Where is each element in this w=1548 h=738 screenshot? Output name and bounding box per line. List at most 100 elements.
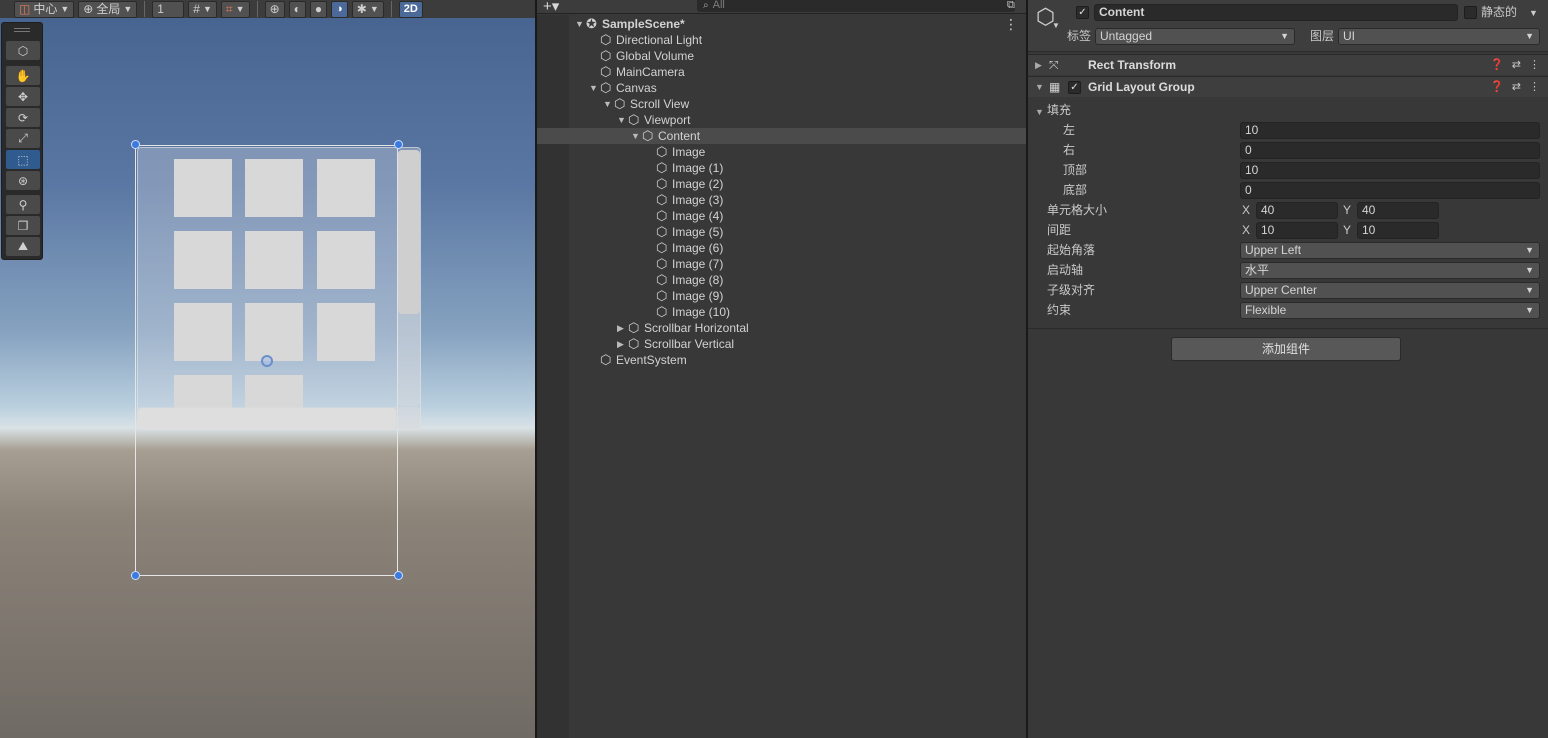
hierarchy-item[interactable]: ⬡ Image (6) bbox=[537, 240, 1026, 256]
section-divider bbox=[1028, 328, 1548, 329]
presets-icon[interactable]: ⇄ bbox=[1512, 58, 1521, 71]
hierarchy-item[interactable]: ⬡ Image bbox=[537, 144, 1026, 160]
snap-increment-field[interactable]: 1 bbox=[152, 0, 185, 18]
hierarchy-item[interactable]: ⬡ Image (9) bbox=[537, 288, 1026, 304]
hierarchy-item[interactable]: ⬡ Image (1) bbox=[537, 160, 1026, 176]
hierarchy-item[interactable]: ⬡ Image (2) bbox=[537, 176, 1026, 192]
hand-tool-button[interactable]: ✋ bbox=[6, 66, 40, 85]
presets-icon[interactable]: ⇄ bbox=[1512, 80, 1521, 93]
collapse-arrow-icon[interactable]: ▼ bbox=[631, 128, 641, 144]
hierarchy-item[interactable]: ⬡ Image (7) bbox=[537, 256, 1026, 272]
padding-bottom-field[interactable]: 0 bbox=[1240, 182, 1540, 199]
rect-transform-header[interactable]: ▶ ⤧ Rect Transform ❓ ⇄ ⋮ bbox=[1028, 54, 1548, 75]
custom-tool-button[interactable]: ⚲ bbox=[6, 195, 40, 214]
start-axis-value: 水平 bbox=[1245, 263, 1270, 277]
create-button[interactable]: +▾ bbox=[537, 0, 569, 14]
wireframe-shading-button[interactable]: ⊕ bbox=[264, 0, 285, 18]
gameobject-cube-icon: ⬡ bbox=[656, 272, 668, 287]
chevron-down-icon: ▼ bbox=[123, 3, 133, 14]
spacing-y-field[interactable]: 10 bbox=[1357, 222, 1439, 239]
start-axis-dropdown[interactable]: 水平 ▼ bbox=[1240, 262, 1540, 279]
increment-snap-button[interactable]: ⌗ ▼ bbox=[220, 0, 250, 18]
scale-tool-button[interactable]: ⤢ bbox=[6, 129, 40, 148]
resize-handle-bottom-left[interactable] bbox=[131, 571, 140, 580]
padding-left-field[interactable]: 10 bbox=[1240, 122, 1540, 139]
space-mode-dropdown[interactable]: ⊕ 全局 ▼ bbox=[78, 0, 138, 18]
cell-size-y-field[interactable]: 40 bbox=[1357, 202, 1439, 219]
constraint-dropdown[interactable]: Flexible ▼ bbox=[1240, 302, 1540, 319]
expand-arrow-icon[interactable]: ▶ bbox=[1035, 60, 1042, 71]
component-enabled-checkbox[interactable]: ✓ bbox=[1068, 81, 1081, 94]
layer-dropdown[interactable]: UI ▼ bbox=[1338, 28, 1540, 45]
hierarchy-item[interactable]: ▼ ⬡ Viewport bbox=[537, 112, 1026, 128]
shaded-wireframe-button[interactable]: ◐ bbox=[288, 0, 306, 18]
context-menu-icon[interactable]: ⋮ bbox=[1529, 80, 1540, 93]
hierarchy-search-input[interactable]: ⌕ All bbox=[697, 0, 1015, 12]
2d-mode-toggle[interactable]: 2D bbox=[398, 0, 423, 18]
help-icon[interactable]: ❓ bbox=[1490, 58, 1504, 71]
hierarchy-item[interactable]: ▼ ⬡ Canvas bbox=[537, 80, 1026, 96]
scene-view[interactable]: ◫ 中心 ▼ ⊕ 全局 ▼ 1 # ▼ ⌗ ▼ ⊕ ◐ ● ◑ ✱ ▼ 2D ⬡… bbox=[0, 0, 535, 738]
spacing-x-field[interactable]: 10 bbox=[1256, 222, 1338, 239]
grid-layout-group-header[interactable]: ▼ ▦ ✓ Grid Layout Group ❓ ⇄ ⋮ bbox=[1028, 76, 1548, 97]
hierarchy-item[interactable]: ▼ ⬡ Scroll View bbox=[537, 96, 1026, 112]
hierarchy-item[interactable]: ⬡ Image (3) bbox=[537, 192, 1026, 208]
move-tool-button[interactable]: ✥ bbox=[6, 87, 40, 106]
static-checkbox[interactable] bbox=[1464, 6, 1477, 19]
resize-handle-bottom-right[interactable] bbox=[394, 571, 403, 580]
grid-cell bbox=[245, 159, 303, 217]
pivot-handle[interactable] bbox=[261, 355, 273, 367]
resize-handle-top-right[interactable] bbox=[394, 140, 403, 149]
hierarchy-item[interactable]: ⬡ MainCamera bbox=[537, 64, 1026, 80]
hierarchy-item[interactable]: ⬡ Directional Light bbox=[537, 32, 1026, 48]
start-corner-dropdown[interactable]: Upper Left ▼ bbox=[1240, 242, 1540, 259]
shaded-button[interactable]: ● bbox=[309, 0, 328, 18]
collapse-arrow-icon[interactable]: ▼ bbox=[617, 112, 627, 128]
static-dropdown-caret[interactable]: ▼ bbox=[1529, 8, 1538, 18]
resize-handle-top-left[interactable] bbox=[131, 140, 140, 149]
hierarchy-item[interactable]: ⬡ Image (8) bbox=[537, 272, 1026, 288]
search-options-icon[interactable]: ⧉ bbox=[1007, 0, 1015, 12]
collapse-arrow-icon[interactable]: ▼ bbox=[1035, 82, 1044, 92]
debug-draw-mode-button[interactable]: ✱ ▼ bbox=[351, 0, 384, 18]
moon-icon: ◑ bbox=[336, 2, 343, 15]
spacing-x-label: X bbox=[1242, 223, 1251, 237]
cell-size-x-field[interactable]: 40 bbox=[1256, 202, 1338, 219]
hierarchy-item[interactable]: ⬡ Image (10) bbox=[537, 304, 1026, 320]
collapse-arrow-icon[interactable]: ▼ bbox=[603, 96, 613, 112]
grid-snap-button[interactable]: # ▼ bbox=[188, 0, 217, 18]
active-checkbox[interactable]: ✓ bbox=[1076, 6, 1089, 19]
rotate-tool-button[interactable]: ⟳ bbox=[6, 108, 40, 127]
add-component-button[interactable]: 添加组件 bbox=[1171, 337, 1401, 361]
help-icon[interactable]: ❓ bbox=[1490, 80, 1504, 93]
collapse-arrow-icon[interactable]: ▼ bbox=[589, 80, 599, 96]
object-name-field[interactable]: Content bbox=[1094, 4, 1458, 21]
padding-right-field[interactable]: 0 bbox=[1240, 142, 1540, 159]
collapse-arrow-icon[interactable]: ▼ bbox=[575, 16, 585, 32]
padding-foldout-arrow-icon[interactable]: ▼ bbox=[1035, 107, 1044, 117]
tag-dropdown[interactable]: Untagged ▼ bbox=[1095, 28, 1295, 45]
hierarchy-item[interactable]: ⬡ EventSystem bbox=[537, 352, 1026, 368]
expand-arrow-icon[interactable]: ▶ bbox=[617, 320, 627, 336]
component-tool-button[interactable]: ❐ bbox=[6, 216, 40, 235]
transform-tool-button[interactable]: ⊛ bbox=[6, 171, 40, 190]
chevron-down-icon: ▼ bbox=[235, 3, 245, 14]
child-alignment-dropdown[interactable]: Upper Center ▼ bbox=[1240, 282, 1540, 299]
tag-label: 标签 bbox=[1067, 29, 1092, 43]
hierarchy-item[interactable]: ⬡ Global Volume bbox=[537, 48, 1026, 64]
expand-arrow-icon[interactable]: ▶ bbox=[617, 336, 627, 352]
scene-menu-icon[interactable]: ⋮ bbox=[1004, 16, 1018, 33]
hierarchy-item[interactable]: ▶ ⬡ Scrollbar Horizontal bbox=[537, 320, 1026, 336]
hierarchy-item[interactable]: ⬡ Image (5) bbox=[537, 224, 1026, 240]
hierarchy-scene-row[interactable]: ▼ ✪ SampleScene* bbox=[537, 16, 1026, 32]
unlit-button[interactable]: ◑ bbox=[331, 0, 348, 18]
padding-top-field[interactable]: 10 bbox=[1240, 162, 1540, 179]
pivot-mode-dropdown[interactable]: ◫ 中心 ▼ bbox=[14, 0, 75, 18]
view-tool-button[interactable]: ⬡ bbox=[6, 41, 40, 60]
rect-tool-button[interactable]: ⬚ bbox=[6, 150, 40, 169]
hierarchy-item[interactable]: ▼ ⬡ Content bbox=[537, 128, 1026, 144]
paint-tool-button[interactable]: ⛰ bbox=[6, 237, 40, 256]
context-menu-icon[interactable]: ⋮ bbox=[1529, 58, 1540, 71]
hierarchy-item[interactable]: ⬡ Image (4) bbox=[537, 208, 1026, 224]
hierarchy-item[interactable]: ▶ ⬡ Scrollbar Vertical bbox=[537, 336, 1026, 352]
